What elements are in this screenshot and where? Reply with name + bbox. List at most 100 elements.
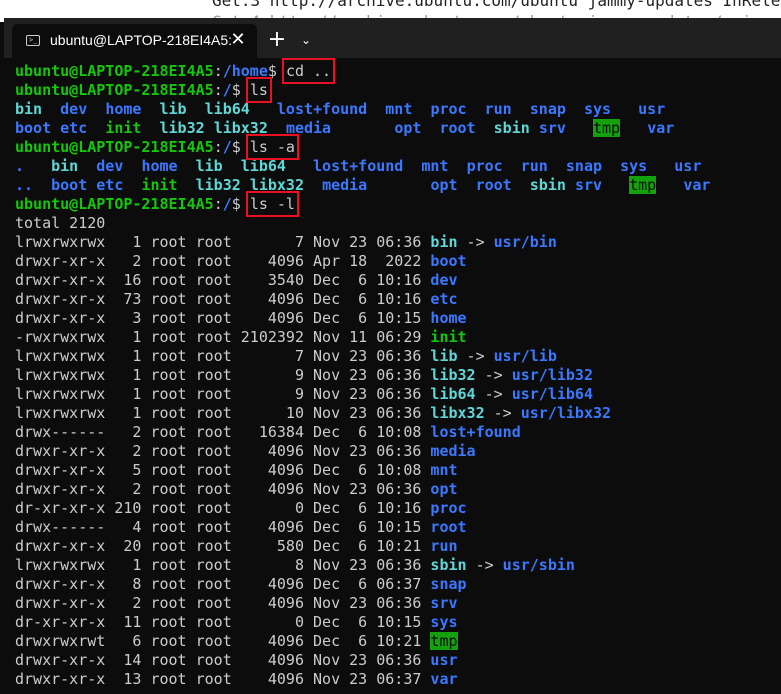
dir-entry-: .: [15, 157, 25, 175]
dir-entry-libx32: libx32: [249, 176, 304, 194]
background-log-line: Get:3 http://archive.ubuntu.com/ubuntu j…: [212, 0, 781, 10]
dir-entry-snap: snap: [529, 100, 566, 118]
ls-l-row: lrwxrwxrwx 1 root root 8 Nov 23 06:36 sb…: [15, 556, 775, 575]
entry-meta: drwxr-xr-x 2 root root 4096 Nov 23 06:36: [15, 594, 431, 612]
entry-name: home: [430, 309, 467, 327]
dir-entry-home: home: [105, 100, 142, 118]
ls-row: bin dev home lib lib64 lost+found mnt pr…: [15, 100, 775, 119]
close-icon[interactable]: ✕: [226, 28, 250, 52]
entry-name: root: [430, 518, 467, 536]
ls-l-row: drwxr-xr-x 2 root root 4096 Nov 23 06:36…: [15, 442, 775, 461]
terminal-icon: >_: [26, 35, 40, 46]
entry-name: proc: [430, 499, 467, 517]
ls-a-row: .. boot etc init lib32 libx32 media opt …: [15, 176, 775, 195]
entry-name: etc: [430, 290, 458, 308]
prompt-user-host: ubuntu@LAPTOP-218EI4A5: [15, 195, 214, 213]
ls-l-row: drwxr-xr-x 13 root root 4096 Nov 23 06:3…: [15, 670, 775, 689]
entry-name: init: [430, 328, 467, 346]
dir-entry-media: media: [322, 176, 368, 194]
entry-name: tmp: [430, 632, 458, 650]
dir-entry-proc: proc: [430, 100, 467, 118]
dir-entry-lostfound: lost+found: [313, 157, 404, 175]
dir-entry-dev: dev: [60, 100, 88, 118]
prompt-path: /: [222, 81, 232, 99]
entry-meta: lrwxrwxrwx 1 root root 9 Nov 23 06:36: [15, 366, 431, 384]
dir-entry-run: run: [484, 100, 512, 118]
ls-l-row: drwxr-xr-x 8 root root 4096 Dec 6 06:37 …: [15, 575, 775, 594]
symlink-target: usr/libx32: [520, 404, 612, 422]
ls-l-row: drwx------ 2 root root 16384 Dec 6 10:08…: [15, 423, 775, 442]
dir-entry-root: root: [439, 119, 476, 137]
symlink-target: usr/lib: [493, 347, 557, 365]
title-bar: >_ ubuntu@LAPTOP-218EI4A5: ✕ + ⌄: [4, 18, 781, 58]
command-cd: cd ..: [281, 58, 336, 84]
ls-l-row: lrwxrwxrwx 1 root root 7 Nov 23 06:36 li…: [15, 347, 775, 366]
dir-entry-sys: sys: [620, 157, 648, 175]
entry-name: srv: [430, 594, 458, 612]
entry-name: mnt: [430, 461, 458, 479]
terminal-output[interactable]: ubuntu@LAPTOP-218EI4A5:/home$ cd .. ubun…: [15, 58, 775, 694]
prompt-user-host: ubuntu@LAPTOP-218EI4A5: [15, 81, 214, 99]
entry-name: run: [430, 537, 458, 555]
entry-meta: dr-xr-xr-x 11 root root 0 Dec 6 10:15: [15, 613, 431, 631]
dir-entry-opt: opt: [394, 119, 422, 137]
ls-l-row: drwxr-xr-x 14 root root 4096 Nov 23 06:3…: [15, 651, 775, 670]
entry-meta: drwxr-xr-x 20 root root 580 Dec 6 10:21: [15, 537, 431, 555]
ls-l-row: drwx------ 4 root root 4096 Dec 6 10:15 …: [15, 518, 775, 537]
entry-meta: dr-xr-xr-x 210 root root 0 Dec 6 10:16: [15, 499, 431, 517]
entry-name: usr: [430, 651, 458, 669]
command-ls-a: ls -a: [245, 134, 299, 160]
ls-l-row: lrwxrwxrwx 1 root root 9 Nov 23 06:36 li…: [15, 385, 775, 404]
ls-l-row: lrwxrwxrwx 1 root root 7 Nov 23 06:36 bi…: [15, 233, 775, 252]
tab-title: ubuntu@LAPTOP-218EI4A5:: [50, 32, 236, 48]
prompt-path: /: [222, 195, 232, 213]
entry-meta: drwx------ 4 root root 4096 Dec 6 10:15: [15, 518, 431, 536]
entry-name: sbin: [430, 556, 467, 574]
dir-entry-proc: proc: [466, 157, 503, 175]
prompt-separator: :: [213, 81, 223, 99]
symlink-target: usr/sbin: [502, 556, 575, 574]
entry-name: bin: [430, 233, 458, 251]
ls-l-row: drwxrwxrwt 6 root root 4096 Dec 6 10:21 …: [15, 632, 775, 651]
dir-entry-lostfound: lost+found: [276, 100, 368, 118]
entry-name: lib32: [430, 366, 476, 384]
terminal-tab[interactable]: >_ ubuntu@LAPTOP-218EI4A5: ✕: [12, 24, 257, 58]
prompt-dollar: $: [231, 81, 241, 99]
ls-row: boot etc init lib32 libx32 media opt roo…: [15, 119, 775, 138]
dir-entry-opt: opt: [430, 176, 458, 194]
ls-l-row: -rwxrwxrwx 1 root root 2102392 Nov 11 06…: [15, 328, 775, 347]
ls-l-row: lrwxrwxrwx 1 root root 9 Nov 23 06:36 li…: [15, 366, 775, 385]
entry-meta: lrwxrwxrwx 1 root root 7 Nov 23 06:36: [15, 347, 431, 365]
symlink-arrow: ->: [457, 347, 494, 365]
entry-meta: drwxr-xr-x 8 root root 4096 Dec 6 06:37: [15, 575, 431, 593]
dir-entry-bin: bin: [15, 100, 43, 118]
entry-name: lib: [430, 347, 458, 365]
ls-l-row: drwxr-xr-x 16 root root 3540 Dec 6 10:16…: [15, 271, 775, 290]
entry-meta: drwxr-xr-x 2 root root 4096 Apr 18 2022: [15, 252, 431, 270]
entry-name: boot: [430, 252, 467, 270]
dir-entry-lib64: lib64: [204, 100, 250, 118]
prompt-separator: :: [213, 138, 223, 156]
symlink-target: usr/lib32: [511, 366, 593, 384]
ls-l-row: dr-xr-xr-x 11 root root 0 Dec 6 10:15 sy…: [15, 613, 775, 632]
prompt-dollar: $: [231, 195, 241, 213]
dir-entry-sbin: sbin: [493, 119, 530, 137]
dir-entry-etc: etc: [60, 119, 88, 137]
symlink-arrow: ->: [475, 385, 512, 403]
new-tab-button[interactable]: +: [262, 28, 292, 52]
prompt-path: /home: [222, 62, 268, 80]
chevron-down-icon[interactable]: ⌄: [296, 30, 316, 50]
prompt-separator: :: [213, 62, 223, 80]
ls-l-row: drwxr-xr-x 2 root root 4096 Nov 23 06:36…: [15, 480, 775, 499]
symlink-arrow: ->: [466, 556, 503, 574]
entry-name: dev: [430, 271, 458, 289]
entry-name: media: [430, 442, 476, 460]
prompt-line: ubuntu@LAPTOP-218EI4A5:/$ ls -l: [15, 191, 775, 217]
entry-meta: lrwxrwxrwx 1 root root 8 Nov 23 06:36: [15, 556, 431, 574]
terminal-icon-glyph: >_: [29, 36, 38, 44]
dir-entry-mnt: mnt: [421, 157, 449, 175]
entry-name: lib64: [430, 385, 476, 403]
prompt-line: ubuntu@LAPTOP-218EI4A5:/$ ls: [15, 77, 775, 103]
ls-l-row: drwxr-xr-x 20 root root 580 Dec 6 10:21 …: [15, 537, 775, 556]
dir-entry-mnt: mnt: [385, 100, 413, 118]
